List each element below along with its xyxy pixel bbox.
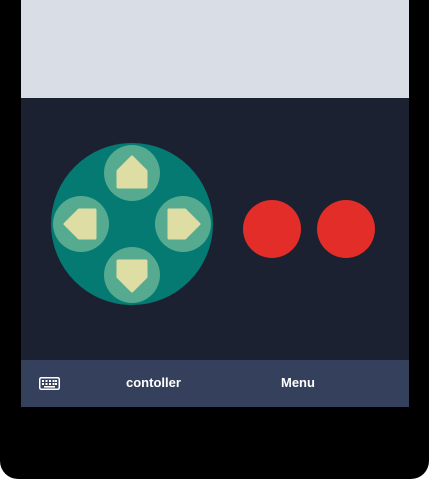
dpad bbox=[51, 143, 213, 305]
dpad-left-button[interactable] bbox=[53, 196, 109, 252]
controller-area bbox=[21, 98, 409, 360]
arrow-right-icon bbox=[167, 208, 201, 240]
keyboard-icon[interactable] bbox=[39, 377, 60, 390]
action-button-1[interactable] bbox=[243, 200, 301, 258]
tab-controller[interactable]: contoller bbox=[126, 375, 181, 390]
arrow-down-icon bbox=[116, 259, 148, 293]
arrow-left-icon bbox=[63, 208, 97, 240]
bottom-nav-bar: contoller Menu bbox=[21, 360, 409, 407]
device-frame: contoller Menu bbox=[0, 0, 429, 479]
dpad-down-button[interactable] bbox=[104, 247, 160, 303]
dpad-right-button[interactable] bbox=[155, 196, 211, 252]
action-button-2[interactable] bbox=[317, 200, 375, 258]
tab-menu[interactable]: Menu bbox=[281, 375, 315, 390]
app-screen: contoller Menu bbox=[21, 0, 409, 407]
display-panel bbox=[21, 0, 409, 98]
dpad-up-button[interactable] bbox=[104, 145, 160, 201]
arrow-up-icon bbox=[116, 155, 148, 189]
